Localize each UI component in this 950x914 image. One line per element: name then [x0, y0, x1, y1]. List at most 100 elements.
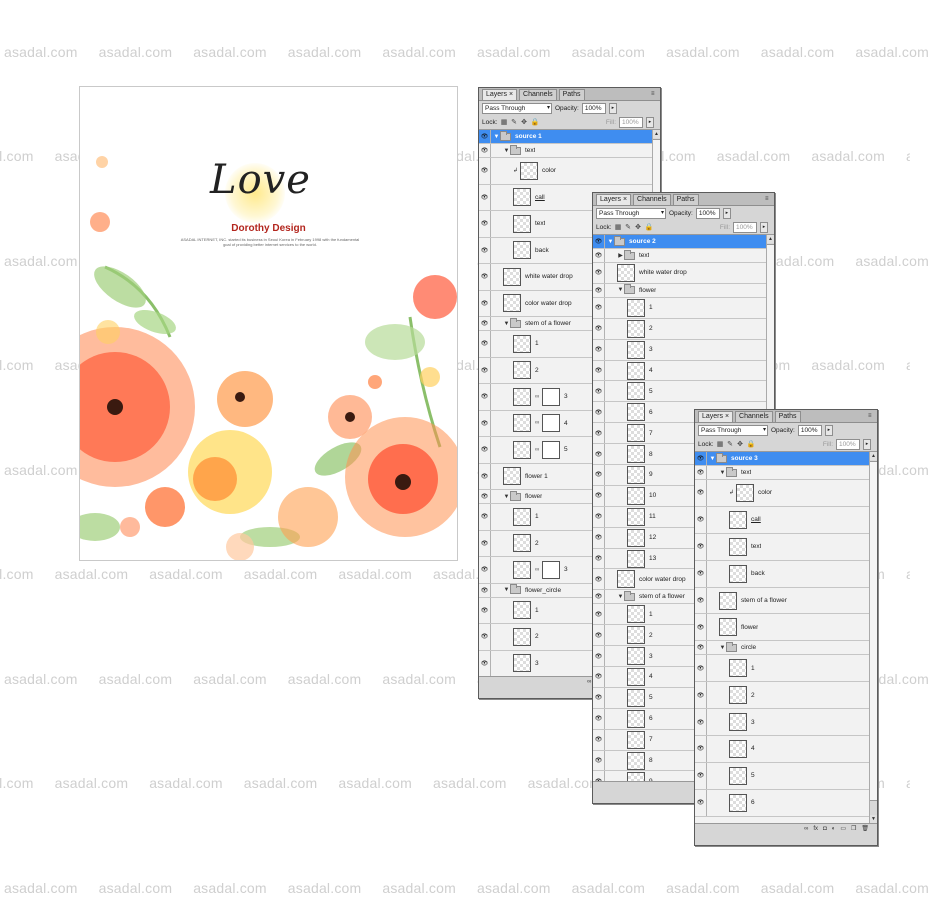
visibility-eye-icon[interactable]: 👁: [593, 527, 605, 548]
visibility-eye-icon[interactable]: 👁: [593, 318, 605, 339]
opacity-field[interactable]: 100%: [695, 208, 720, 219]
visibility-eye-icon[interactable]: 👁: [593, 465, 605, 485]
visibility-eye-icon[interactable]: 👁: [593, 423, 605, 444]
visibility-eye-icon[interactable]: 👁: [695, 736, 707, 762]
visibility-eye-icon[interactable]: 👁: [479, 317, 491, 330]
visibility-eye-icon[interactable]: 👁: [593, 263, 605, 283]
visibility-eye-icon[interactable]: 👁: [593, 667, 605, 687]
visibility-eye-icon[interactable]: 👁: [479, 237, 491, 263]
tab-channels[interactable]: Channels: [633, 194, 671, 205]
opacity-slider-button[interactable]: ▸: [608, 103, 617, 114]
fill-slider-button[interactable]: ▸: [863, 439, 871, 450]
new-layer-icon[interactable]: ❐: [851, 825, 856, 832]
visibility-eye-icon[interactable]: 👁: [479, 264, 491, 290]
visibility-eye-icon[interactable]: 👁: [695, 641, 707, 655]
visibility-eye-icon[interactable]: 👁: [593, 687, 605, 708]
collapse-arrow-icon[interactable]: ▼: [709, 456, 716, 462]
tab-paths[interactable]: Paths: [774, 411, 801, 422]
visibility-eye-icon[interactable]: 👁: [593, 625, 605, 646]
panel-menu-icon[interactable]: ≡: [868, 413, 874, 419]
expand-arrow-icon[interactable]: ▶: [617, 252, 624, 259]
lock-all-icon[interactable]: 🔒: [531, 119, 540, 126]
panel-menu-icon[interactable]: ≡: [651, 91, 657, 97]
layer-row[interactable]: 👁 2: [593, 318, 774, 340]
fill-field[interactable]: 100%: [733, 222, 757, 233]
layers-panel-3[interactable]: Layers × Channels Paths ≡ Pass Through ▾ Opaci…: [694, 409, 878, 846]
visibility-eye-icon[interactable]: 👁: [593, 604, 605, 625]
visibility-eye-icon[interactable]: 👁: [593, 235, 605, 248]
visibility-eye-icon[interactable]: 👁: [479, 357, 491, 383]
visibility-eye-icon[interactable]: 👁: [695, 709, 707, 736]
lock-position-icon[interactable]: ✥: [521, 119, 528, 126]
layer-row[interactable]: 👁 ↲ color: [479, 158, 660, 185]
scroll-up-icon[interactable]: ▲: [653, 130, 660, 138]
layer-group-row[interactable]: 👁 ▶ text: [593, 249, 774, 263]
visibility-eye-icon[interactable]: 👁: [479, 331, 491, 357]
visibility-eye-icon[interactable]: 👁: [593, 283, 605, 297]
lock-position-icon[interactable]: ✥: [737, 441, 744, 448]
layer-row[interactable]: 👁 call: [695, 506, 877, 534]
layer-group-row[interactable]: 👁 ▼ source 3: [695, 452, 877, 466]
visibility-eye-icon[interactable]: 👁: [593, 506, 605, 527]
tab-paths[interactable]: Paths: [672, 194, 699, 205]
visibility-eye-icon[interactable]: 👁: [593, 339, 605, 360]
visibility-eye-icon[interactable]: 👁: [479, 530, 491, 556]
tab-layers[interactable]: Layers ×: [698, 411, 734, 422]
visibility-eye-icon[interactable]: 👁: [593, 402, 605, 423]
lock-image-icon[interactable]: ✎: [727, 441, 734, 448]
visibility-eye-icon[interactable]: 👁: [593, 297, 605, 318]
visibility-eye-icon[interactable]: 👁: [479, 437, 491, 463]
layer-row[interactable]: 👁 5: [695, 762, 877, 790]
visibility-eye-icon[interactable]: 👁: [695, 480, 707, 506]
collapse-arrow-icon[interactable]: ▼: [607, 239, 614, 245]
lock-image-icon[interactable]: ✎: [625, 224, 632, 231]
collapse-arrow-icon[interactable]: ▼: [617, 594, 624, 600]
layer-row[interactable]: 👁 1: [593, 297, 774, 319]
layer-row[interactable]: 👁 flower: [695, 614, 877, 642]
visibility-eye-icon[interactable]: 👁: [479, 597, 491, 623]
visibility-eye-icon[interactable]: 👁: [479, 211, 491, 237]
layer-row[interactable]: 👁 4: [695, 736, 877, 763]
collapse-arrow-icon[interactable]: ▼: [503, 587, 510, 593]
add-mask-icon[interactable]: ◘: [823, 826, 827, 832]
visibility-eye-icon[interactable]: 👁: [695, 587, 707, 614]
layer-row[interactable]: 👁 1: [695, 655, 877, 683]
fill-slider-button[interactable]: ▸: [760, 222, 768, 233]
collapse-arrow-icon[interactable]: ▼: [493, 134, 500, 140]
link-layers-icon[interactable]: ∞: [587, 679, 591, 685]
visibility-eye-icon[interactable]: 👁: [695, 762, 707, 789]
opacity-field[interactable]: 100%: [581, 103, 606, 114]
visibility-eye-icon[interactable]: 👁: [479, 490, 491, 503]
lock-image-icon[interactable]: ✎: [511, 119, 518, 126]
layer-row[interactable]: 👁 stem of a flower: [695, 587, 877, 615]
link-layers-icon[interactable]: ∞: [804, 826, 808, 832]
scroll-down-icon[interactable]: ▼: [870, 815, 877, 823]
visibility-eye-icon[interactable]: 👁: [593, 708, 605, 729]
layer-style-icon[interactable]: fx: [813, 826, 818, 832]
visibility-eye-icon[interactable]: 👁: [593, 771, 605, 781]
layer-group-row[interactable]: 👁 ▼ text: [695, 466, 877, 480]
layer-row[interactable]: 👁 6: [695, 789, 877, 817]
fill-field[interactable]: 100%: [836, 439, 860, 450]
layer-row[interactable]: 👁 white water drop: [593, 263, 774, 284]
collapse-arrow-icon[interactable]: ▼: [617, 287, 624, 293]
visibility-eye-icon[interactable]: 👁: [479, 624, 491, 650]
visibility-eye-icon[interactable]: 👁: [695, 560, 707, 587]
lock-all-icon[interactable]: 🔒: [747, 441, 756, 448]
layer-list-scrollbar[interactable]: ▲▼: [869, 452, 877, 823]
layer-row[interactable]: 👁 3: [695, 709, 877, 737]
scroll-up-icon[interactable]: ▲: [870, 452, 877, 460]
visibility-eye-icon[interactable]: 👁: [593, 548, 605, 569]
visibility-eye-icon[interactable]: 👁: [593, 750, 605, 771]
visibility-eye-icon[interactable]: 👁: [593, 485, 605, 506]
collapse-arrow-icon[interactable]: ▼: [503, 494, 510, 500]
layer-row[interactable]: 👁 ↲ color: [695, 480, 877, 507]
tab-paths[interactable]: Paths: [558, 89, 585, 100]
visibility-eye-icon[interactable]: 👁: [593, 444, 605, 465]
opacity-slider-button[interactable]: ▸: [722, 208, 731, 219]
visibility-eye-icon[interactable]: 👁: [479, 290, 491, 316]
blend-mode-select[interactable]: Pass Through ▾: [698, 425, 768, 436]
collapse-arrow-icon[interactable]: ▼: [503, 148, 510, 154]
blend-mode-select[interactable]: Pass Through ▾: [596, 208, 666, 219]
lock-position-icon[interactable]: ✥: [635, 224, 642, 231]
